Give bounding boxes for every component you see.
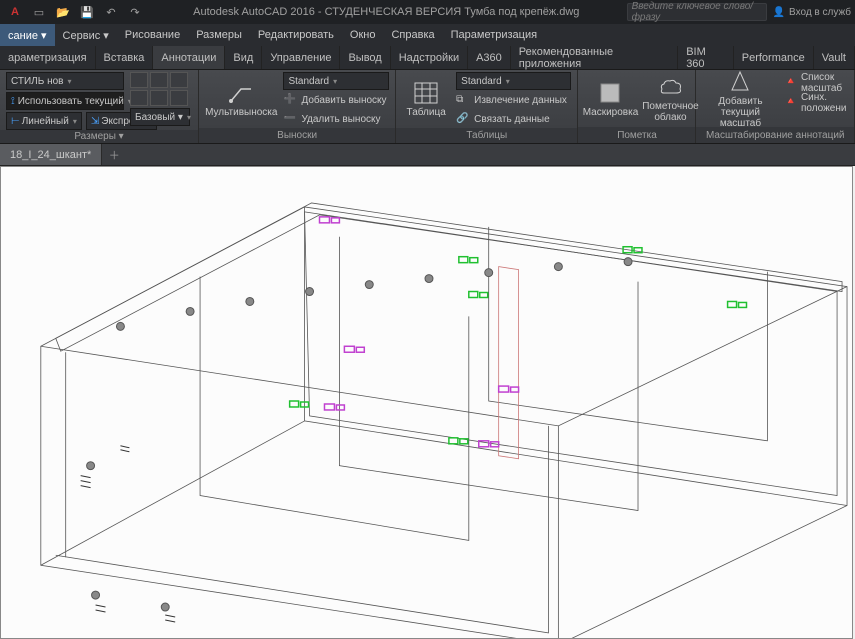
qat-undo-icon[interactable]: ↶	[100, 2, 122, 22]
dim-tool-icon[interactable]	[170, 90, 188, 106]
wipeout-icon	[598, 81, 622, 105]
express-icon: ⇲	[91, 116, 99, 127]
link-data-button[interactable]: 🔗Связать данные	[456, 111, 571, 128]
ribbon-tab-active[interactable]: Аннотации	[153, 46, 225, 69]
link-icon: 🔗	[456, 113, 470, 127]
dim-style-select[interactable]: СТИЛЬ нов	[6, 72, 124, 90]
wipeout-button[interactable]: Маскировка	[584, 72, 636, 126]
add-scale-button[interactable]: Добавить текущий масштаб	[702, 72, 778, 126]
menu-item[interactable]: Редактировать	[250, 24, 342, 46]
qat-open-icon[interactable]: 📂	[52, 2, 74, 22]
drawing-viewport[interactable]	[0, 166, 853, 639]
scale-list-icon: 🔺	[784, 76, 796, 90]
menu-item[interactable]: Сервис ▾	[55, 24, 117, 46]
panel-label: Таблицы	[396, 128, 577, 143]
dim-tool-icon[interactable]	[130, 72, 148, 88]
ribbon-tab[interactable]: Vault	[814, 46, 855, 69]
login-button[interactable]: 👤 Вход в служб	[773, 7, 851, 18]
sync-scale-button[interactable]: 🔺Синх. положени	[784, 94, 848, 111]
qat-new-icon[interactable]: ▭	[28, 2, 50, 22]
panel-label: Пометка	[578, 127, 695, 143]
extract-icon: ⧉	[456, 94, 470, 108]
ribbon: СТИЛЬ нов ⟟Использовать текущий ⊢Линейны…	[0, 70, 855, 144]
panel-leaders: Мультивыноска Standard ➕Добавить выноску…	[199, 70, 396, 143]
scale-list-button[interactable]: 🔺Список масштаб	[784, 74, 848, 91]
dim-tool-icon[interactable]	[130, 90, 148, 106]
panel-markup: Маскировка Пометочное облако Пометка	[578, 70, 696, 143]
ribbon-tab[interactable]: араметризация	[0, 46, 96, 69]
window-title: Autodesk AutoCAD 2016 - СТУДЕНЧЕСКАЯ ВЕР…	[146, 6, 627, 18]
ribbon-tab[interactable]: BIM 360	[678, 46, 734, 69]
doc-tab[interactable]: 18_I_24_шкант*	[0, 144, 102, 165]
ribbon-tab[interactable]: Надстройки	[391, 46, 468, 69]
mleader-icon	[229, 81, 253, 105]
dim-tool-icon[interactable]	[170, 72, 188, 88]
qat-save-icon[interactable]: 💾	[76, 2, 98, 22]
revcloud-button[interactable]: Пометочное облако	[642, 72, 698, 126]
linear-icon: ⊢	[11, 116, 20, 127]
menu-item[interactable]: Размеры	[188, 24, 250, 46]
qat-redo-icon[interactable]: ↷	[124, 2, 146, 22]
linear-button[interactable]: ⊢Линейный	[6, 112, 82, 130]
dim-tool-icon[interactable]	[150, 72, 168, 88]
ribbon-tab[interactable]: Рекомендованные приложения	[511, 46, 678, 69]
basic-button[interactable]: Базовый ▾	[130, 108, 190, 126]
add-scale-icon	[728, 70, 752, 94]
user-icon: 👤	[773, 7, 785, 18]
table-icon	[414, 81, 438, 105]
ribbon-tab[interactable]: Вид	[225, 46, 262, 69]
model-view[interactable]	[1, 167, 852, 638]
ribbon-tab[interactable]: Вывод	[340, 46, 390, 69]
panel-tables: Таблица Standard ⧉Извлечение данных 🔗Свя…	[396, 70, 578, 143]
menu-item[interactable]: сание ▾	[0, 24, 55, 46]
panel-label[interactable]: Размеры ▾	[0, 130, 198, 143]
search-input[interactable]: Введите ключевое слово/фразу	[627, 3, 767, 21]
remove-leader-button[interactable]: ➖Удалить выноску	[283, 111, 389, 128]
ribbon-tab[interactable]: A360	[468, 46, 511, 69]
add-leader-icon: ➕	[283, 94, 297, 108]
new-doc-tab[interactable]: ＋	[102, 144, 126, 165]
ribbon-tab[interactable]: Управление	[262, 46, 340, 69]
mleader-button[interactable]: Мультивыноска	[205, 72, 277, 126]
menu-bar: сание ▾ Сервис ▾ Рисование Размеры Редак…	[0, 24, 855, 46]
table-button[interactable]: Таблица	[402, 72, 450, 126]
panel-sizes: СТИЛЬ нов ⟟Использовать текущий ⊢Линейны…	[0, 70, 199, 143]
ribbon-tab[interactable]: Performance	[734, 46, 814, 69]
title-bar: A ▭ 📂 💾 ↶ ↷ Autodesk AutoCAD 2016 - СТУД…	[0, 0, 855, 24]
panel-anno-scale: Добавить текущий масштаб 🔺Список масштаб…	[696, 70, 855, 143]
ribbon-tab-bar: араметризация Вставка Аннотации Вид Упра…	[0, 46, 855, 70]
extract-data-button[interactable]: ⧉Извлечение данных	[456, 92, 571, 109]
app-menu-button[interactable]: A	[4, 2, 26, 22]
panel-label: Выноски	[199, 128, 395, 143]
use-current-select[interactable]: ⟟Использовать текущий	[6, 92, 124, 110]
remove-leader-icon: ➖	[283, 113, 297, 127]
dim-tool-icon[interactable]	[150, 90, 168, 106]
cloud-icon	[658, 75, 682, 99]
leader-style-select[interactable]: Standard	[283, 72, 389, 90]
dim-icon: ⟟	[11, 96, 15, 107]
menu-item[interactable]: Параметризация	[443, 24, 545, 46]
sync-icon: 🔺	[784, 96, 796, 110]
table-style-select[interactable]: Standard	[456, 72, 571, 90]
menu-item[interactable]: Рисование	[117, 24, 188, 46]
panel-label: Масштабирование аннотаций	[696, 127, 854, 143]
menu-item[interactable]: Справка	[383, 24, 442, 46]
ribbon-tab[interactable]: Вставка	[96, 46, 154, 69]
menu-item[interactable]: Окно	[342, 24, 384, 46]
add-leader-button[interactable]: ➕Добавить выноску	[283, 92, 389, 109]
doc-tab-bar: 18_I_24_шкант* ＋	[0, 144, 855, 166]
